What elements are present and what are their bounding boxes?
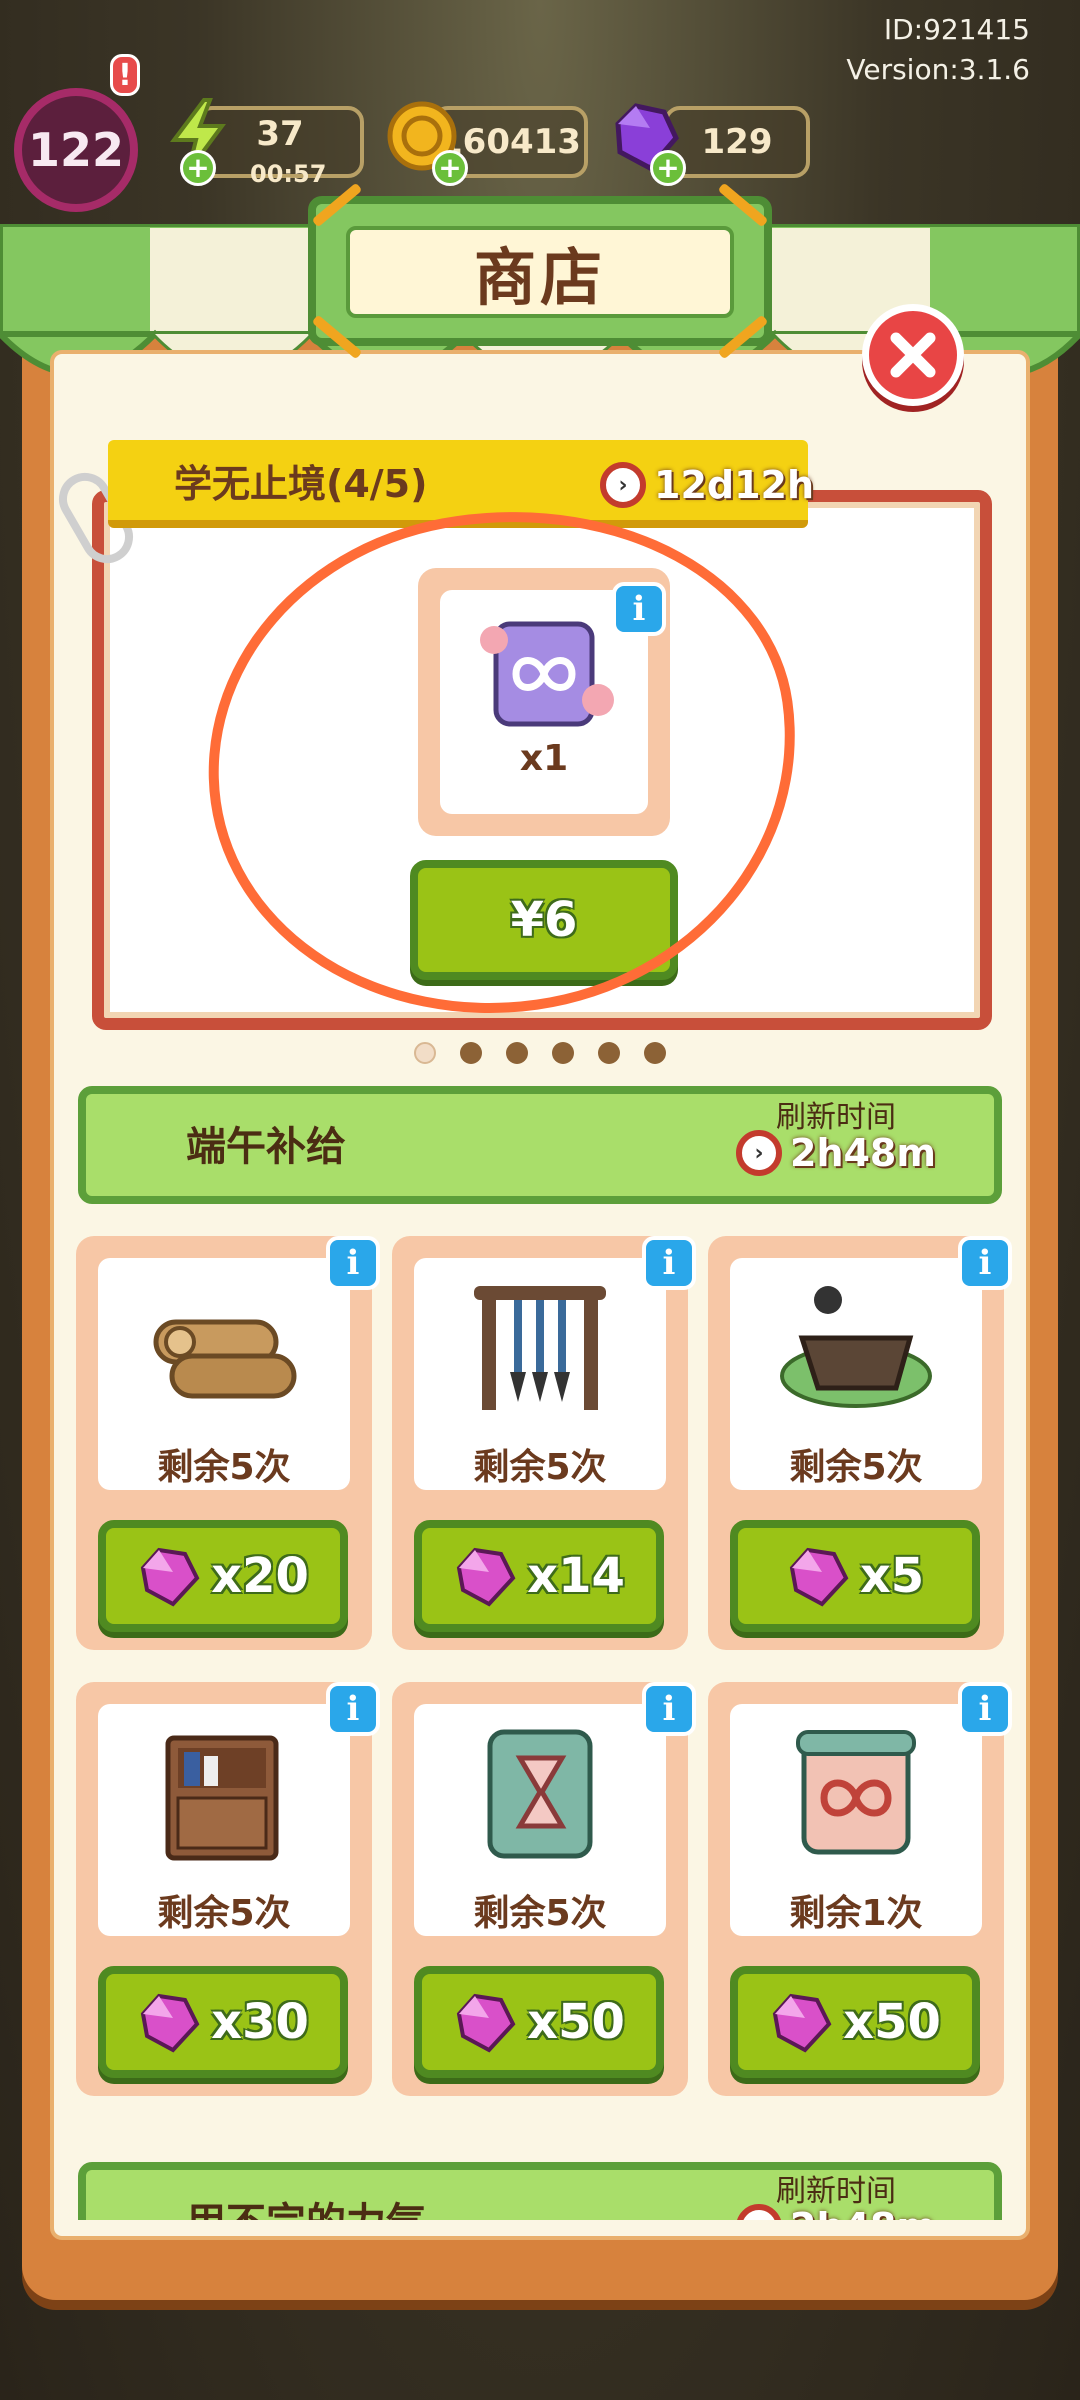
level-badge[interactable]: 122 — [14, 88, 138, 212]
featured-pack-title: 学无止境(4/5) — [174, 461, 428, 506]
clock-icon: › — [736, 1130, 782, 1176]
item-price: x30 — [211, 1994, 309, 2050]
item-remaining: 剩余5次 — [473, 1447, 607, 1488]
shop-title: 商店 — [473, 241, 606, 314]
item-price: x50 — [527, 1994, 625, 2050]
item-buy-button[interactable]: x50 — [730, 1966, 980, 2078]
item-buy-button[interactable]: x50 — [414, 1966, 664, 2078]
dragon-boat-icon — [780, 1286, 932, 1408]
section-title: 用不完的力气 — [186, 2190, 426, 2220]
energy-value: 37 — [256, 114, 304, 154]
energy-add-icon[interactable]: + — [180, 150, 216, 186]
gem-add-icon[interactable]: + — [650, 150, 686, 186]
item-buy-button[interactable]: x20 — [98, 1520, 348, 1632]
gem-icon — [456, 1993, 516, 2053]
infinity-scroll-icon — [796, 1730, 916, 1855]
wood-logs-icon — [153, 1319, 297, 1399]
coin-add-icon[interactable]: + — [432, 150, 468, 186]
gem-icon — [140, 1993, 200, 2053]
refresh-timer: › 2h48m — [736, 2204, 936, 2220]
item-info-button[interactable]: i — [958, 1682, 1012, 1736]
item-info-button[interactable]: i — [958, 1236, 1012, 1290]
item-info-button[interactable]: i — [642, 1236, 696, 1290]
item-buy-button[interactable]: x5 — [730, 1520, 980, 1632]
energy-timer: 00:57 — [250, 160, 327, 188]
item-remaining: 剩余5次 — [473, 1893, 607, 1934]
item-info-button[interactable]: i — [326, 1236, 380, 1290]
clock-icon: › — [736, 2204, 782, 2220]
page-dot[interactable] — [598, 1042, 620, 1064]
page-dot[interactable] — [506, 1042, 528, 1064]
item-price: x50 — [843, 1994, 941, 2050]
player-id: ID:921415 — [883, 13, 1030, 46]
brush-rack-icon — [474, 1286, 606, 1410]
page-dot[interactable] — [460, 1042, 482, 1064]
build-info: ID:921415 Version:3.1.6 — [846, 10, 1030, 90]
hourglass-scroll-icon — [487, 1729, 593, 1859]
refresh-timer: › 2h48m — [736, 1130, 936, 1176]
page-dot[interactable] — [644, 1042, 666, 1064]
refresh-timer-text: 2h48m — [790, 2205, 936, 2220]
item-remaining: 剩余5次 — [157, 1893, 291, 1934]
shop-title-plate: 商店 — [346, 226, 734, 318]
item-price: x20 — [211, 1548, 309, 1604]
page-dot[interactable] — [552, 1042, 574, 1064]
item-price: x5 — [859, 1548, 925, 1604]
shop-title-frame: 商店 — [308, 182, 772, 360]
section-title: 端午补给 — [186, 1124, 346, 1170]
gem-icon — [140, 1547, 200, 1607]
version-text: Version:3.1.6 — [846, 53, 1030, 86]
item-remaining: 剩余1次 — [789, 1893, 923, 1934]
featured-pack-timer: › 12d12h — [600, 462, 814, 508]
item-remaining: 剩余5次 — [157, 1447, 291, 1488]
item-buy-button[interactable]: x14 — [414, 1520, 664, 1632]
item-info-button[interactable]: i — [326, 1682, 380, 1736]
gem-value: 129 — [701, 122, 773, 162]
item-buy-button[interactable]: x30 — [98, 1966, 348, 2078]
close-icon — [890, 332, 936, 378]
gem-icon — [772, 1993, 832, 2053]
item-price: x14 — [527, 1548, 625, 1604]
close-button[interactable] — [862, 304, 964, 406]
gem-icon — [456, 1547, 516, 1607]
item-info-button[interactable]: i — [642, 1682, 696, 1736]
gem-icon — [789, 1547, 849, 1607]
alert-icon[interactable]: ! — [110, 54, 140, 96]
featured-timer-text: 12d12h — [654, 463, 815, 507]
bookshelf-icon — [165, 1735, 279, 1861]
page-dot[interactable] — [414, 1042, 436, 1064]
refresh-timer-text: 2h48m — [790, 1131, 936, 1175]
page-indicator — [414, 1042, 666, 1064]
clock-icon: › — [600, 462, 646, 508]
item-remaining: 剩余5次 — [789, 1447, 923, 1488]
section-banner-clip: 用不完的力气 刷新时间 › 2h48m — [50, 2150, 1030, 2220]
